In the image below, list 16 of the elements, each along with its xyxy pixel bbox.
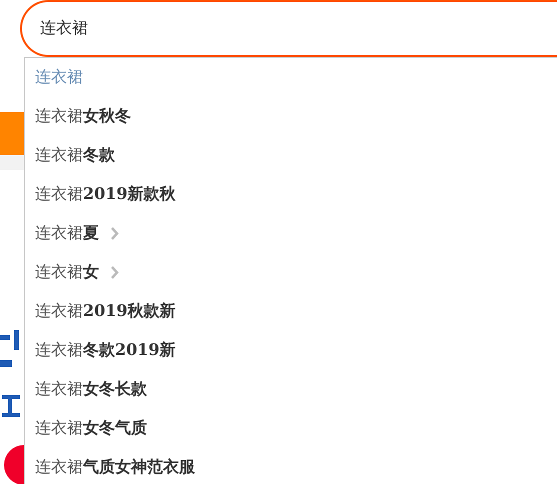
suggestion-item[interactable]: 连衣裙女秋冬 <box>25 97 557 136</box>
suggestion-item[interactable]: 连衣裙2019秋款新 <box>25 292 557 331</box>
suggestion-item[interactable]: 连衣裙女冬气质 <box>25 409 557 448</box>
chevron-right-icon <box>111 266 119 279</box>
panel-background <box>0 155 24 170</box>
suggestion-item[interactable]: 连衣裙女冬长款 <box>25 370 557 409</box>
suggestion-item[interactable]: 连衣裙气质女神范衣服 <box>25 448 557 484</box>
banner-strip <box>0 112 24 155</box>
suggestion-item[interactable]: 连衣裙冬款 <box>25 136 557 175</box>
search-field[interactable]: 连衣裙 <box>20 0 557 57</box>
search-input[interactable]: 连衣裙 <box>40 19 340 38</box>
suggestion-item[interactable]: 连衣裙冬款2019新 <box>25 331 557 370</box>
chevron-right-icon <box>111 227 119 240</box>
suggestion-item[interactable]: 连衣裙女 <box>25 253 557 292</box>
suggestion-item[interactable]: 连衣裙夏 <box>25 214 557 253</box>
suggestion-item[interactable]: 连衣裙2019新款秋 <box>25 175 557 214</box>
